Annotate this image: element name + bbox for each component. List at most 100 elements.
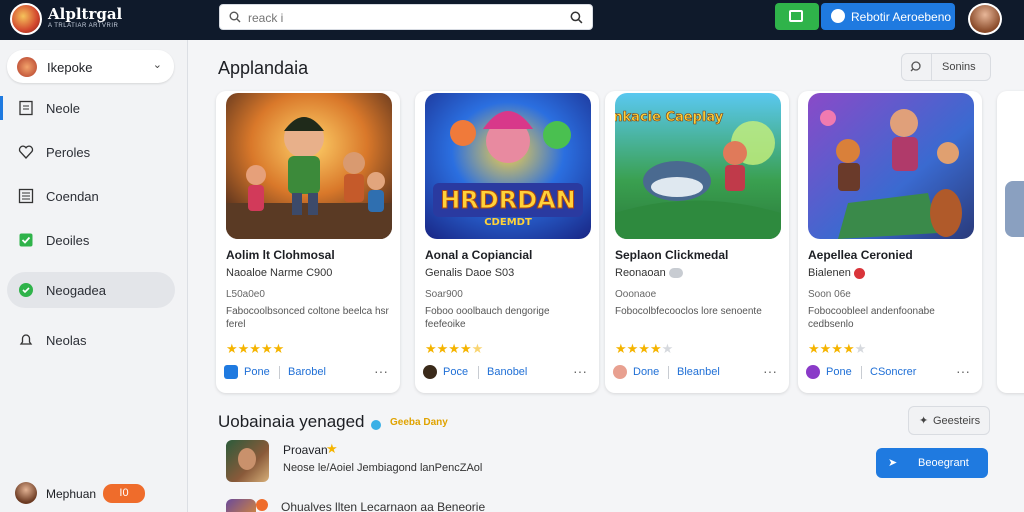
divider (668, 366, 669, 379)
app-card[interactable]: HRDRDAN CDEMDT Aonal a Copiancial Genali… (415, 91, 599, 393)
card-actions: Pone CSoncrer ··· (806, 363, 976, 383)
app-store-icon (224, 365, 238, 379)
app-subtitle: Bialenen (808, 267, 865, 279)
star-icon: ★ (326, 441, 338, 456)
notification-badge: I0 (103, 484, 145, 503)
sidebar-item-1[interactable]: Neole (0, 90, 188, 126)
card-actions: Poce Banobel ··· (423, 363, 593, 383)
app-card[interactable]: Conkacie Caeplay Seplaon Clickmedal Reon… (605, 91, 789, 393)
card-link-secondary[interactable]: Banobel (487, 366, 527, 378)
list-item-title[interactable]: Proavan (283, 443, 328, 457)
app-subtitle: Naoaloe Narme C900 (226, 267, 333, 279)
app-artwork (808, 93, 974, 239)
app-title[interactable]: Aolim lt Clohmosal (226, 248, 335, 262)
app-description: Foboo ooolbauch dengorige feefeoike (425, 306, 550, 330)
app-artwork: Conkacie Caeplay (615, 93, 781, 239)
app-subtitle: Genalis Daoe S03 (425, 267, 515, 279)
more-options-icon[interactable]: ··· (956, 363, 970, 379)
list-item-title[interactable]: Ohualves llten Lecarnaon aa Beneorie (281, 500, 485, 512)
current-user[interactable]: Mephuan I0 (15, 482, 185, 506)
app-card[interactable]: Aolim lt Clohmosal Naoaloe Narme C900 L5… (216, 91, 400, 393)
search-icon (902, 54, 932, 80)
sidebar-item-6[interactable]: Neolas (0, 322, 188, 358)
list-icon (789, 10, 803, 22)
app-logo[interactable] (10, 3, 42, 35)
heart-icon (18, 145, 34, 159)
list-item[interactable]: Ohualves llten Lecarnaon aa Beneorie (226, 496, 526, 512)
app-subtitle-text: Bialenen (808, 267, 851, 279)
app-meta: L50a0e0 (226, 289, 265, 300)
more-options-icon[interactable]: ··· (763, 363, 777, 379)
sidebar-item-2[interactable]: Peroles (0, 134, 188, 170)
details-button[interactable]: ✦ Geesteirs (908, 406, 990, 435)
info-icon (371, 420, 381, 430)
app-description: Fabocoolbsonced coltone beelca hsr ferel (226, 306, 389, 330)
app-title[interactable]: Seplaon Clickmedal (615, 248, 728, 262)
shield-icon (19, 283, 33, 297)
section-title: Applandaia (218, 58, 309, 78)
card-link-secondary[interactable]: Bleanbel (677, 366, 720, 378)
primary-header-button[interactable]: Rebotir Aeroebeno (821, 3, 955, 30)
current-user-name: Mephuan (46, 487, 97, 501)
search-icon (229, 11, 241, 23)
app-title[interactable]: Aonal a Copiancial (425, 248, 532, 262)
star-rating: ★★★★★ (615, 341, 674, 356)
artwork-title: HRDRDAN (440, 186, 576, 214)
details-button-label: Geesteirs (933, 415, 981, 427)
app-card-partial[interactable] (997, 91, 1024, 393)
app-title[interactable]: Aepellea Ceronied (808, 248, 913, 262)
list-item-action-button[interactable]: ➤ Beoegrant (876, 448, 988, 478)
user-avatar[interactable] (968, 3, 1002, 35)
app-description: Fobocolbfecooclos lore senoente (615, 306, 762, 317)
sidebar-item-3[interactable]: Coendan (0, 178, 188, 214)
developer-avatar-icon (423, 365, 437, 379)
card-link-primary[interactable]: Done (633, 366, 659, 378)
sidebar-item-5[interactable]: Neogadea (7, 272, 175, 308)
artwork-subtitle: CDEMDT (484, 217, 532, 228)
sidebar-item-4[interactable]: Deoiles (0, 222, 188, 258)
list-item-thumbnail (226, 440, 269, 482)
avatar (15, 482, 37, 504)
user-plus-icon (831, 9, 845, 23)
app-card[interactable]: Aepellea Ceronied Bialenen Soon 06e Fobo… (798, 91, 982, 393)
card-link-primary[interactable]: Pone (244, 366, 270, 378)
see-all-label: Sonins (942, 61, 976, 73)
search-bar[interactable] (219, 4, 593, 30)
app-subtitle-text: Reonaoan (615, 267, 666, 279)
card-link-primary[interactable]: Pone (826, 366, 852, 378)
card-link-secondary[interactable]: Barobel (288, 366, 326, 378)
card-link-primary[interactable]: Poce (443, 366, 468, 378)
app-meta: Ooonaoe (615, 289, 657, 300)
checkbox-icon (19, 233, 33, 247)
developer-avatar-icon (613, 365, 627, 379)
sidebar-item-label: Neole (46, 101, 80, 116)
card-actions: Pone Barobel ··· (224, 363, 394, 383)
list-item-description: Neose le/Aoiel Jembiagond lanPencZAol (283, 462, 483, 474)
divider (279, 366, 280, 379)
card-link-secondary[interactable]: CSoncrer (870, 366, 916, 378)
profile-switcher[interactable]: Ikepoke ⌄ (7, 50, 174, 83)
brand-name: Alpltrgal (48, 5, 123, 23)
divider (478, 366, 479, 379)
list-item-action-label: Beoegrant (918, 457, 969, 469)
card-actions: Done Bleanbel ··· (613, 363, 783, 383)
artwork-title: Conkacie Caeplay (615, 110, 724, 125)
see-all-button[interactable]: Sonins (901, 53, 991, 81)
list-icon (18, 188, 34, 204)
list-view-button[interactable] (775, 3, 819, 30)
app-meta: Soon 06e (808, 289, 851, 300)
more-options-icon[interactable]: ··· (374, 363, 388, 379)
profile-avatar (17, 57, 37, 77)
play-icon: ➤ (888, 457, 898, 469)
list-item[interactable]: Proavan ★ Neose le/Aoiel Jembiagond lanP… (226, 440, 926, 490)
search-input[interactable] (248, 9, 548, 27)
search-submit-icon[interactable] (570, 11, 583, 24)
sidebar-item-label: Neolas (46, 333, 87, 348)
app-artwork (226, 93, 392, 239)
more-options-icon[interactable]: ··· (573, 363, 587, 379)
avatar (238, 448, 256, 470)
chevron-down-icon: ⌄ (152, 59, 162, 71)
sidebar-item-label: Deoiles (46, 233, 90, 248)
sidebar-item-label: Peroles (46, 145, 91, 160)
star-rating: ★★★★★ (808, 341, 867, 356)
